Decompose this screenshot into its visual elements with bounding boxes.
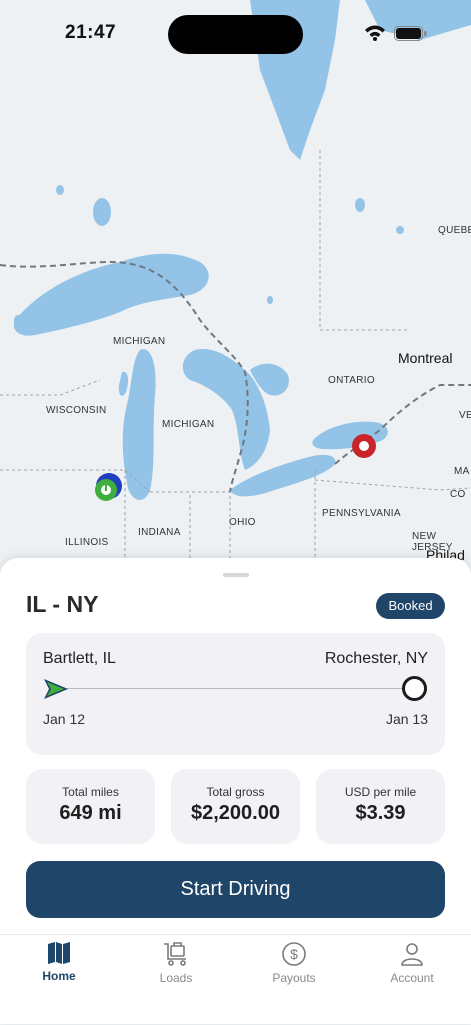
stat-value: $2,200.00 — [191, 802, 280, 824]
route-track-line — [52, 688, 418, 689]
destination-pin-icon[interactable] — [351, 433, 377, 464]
status-time: 21:47 — [65, 22, 117, 43]
stat-label: Total miles — [62, 785, 119, 799]
dollar-icon: $ — [282, 942, 306, 966]
map-label-quebec: QUEBEC — [438, 225, 471, 236]
map-label-illinois: ILLINOIS — [65, 537, 109, 548]
stat-usd-per-mile: USD per mile $3.39 — [316, 769, 445, 844]
person-icon — [401, 943, 423, 966]
route-title: IL - NY — [26, 591, 99, 617]
destination-city: Rochester, NY — [324, 650, 428, 667]
map-icon — [48, 942, 70, 964]
tab-label: Account — [390, 971, 434, 985]
tab-home[interactable]: Home — [14, 941, 104, 991]
start-driving-button[interactable]: Start Driving — [26, 861, 445, 918]
stat-total-gross: Total gross $2,200.00 — [171, 769, 300, 844]
status-badge: Booked — [376, 593, 445, 619]
cart-icon — [164, 942, 186, 966]
tab-label: Home — [42, 969, 76, 983]
map-label-pennsylvania: PENNSYLVANIA — [322, 508, 401, 519]
tab-bar: Home Loads $ Payouts Account — [0, 934, 471, 1025]
stat-value: 649 mi — [59, 802, 122, 824]
tab-account[interactable]: Account — [367, 941, 457, 991]
tab-payouts[interactable]: $ Payouts — [249, 941, 339, 991]
bottom-sheet[interactable]: IL - NY Booked Bartlett, IL Rochester, N… — [0, 558, 471, 1024]
map-label-michigan-lower: MICHIGAN — [162, 419, 215, 430]
map-label-michigan-upper: MICHIGAN — [113, 336, 166, 347]
tab-loads[interactable]: Loads — [131, 941, 221, 991]
start-date: Jan 12 — [43, 711, 86, 727]
stat-label: USD per mile — [344, 785, 417, 799]
dynamic-island — [168, 15, 303, 54]
end-date: Jan 13 — [385, 711, 428, 727]
stat-value: $3.39 — [355, 802, 406, 824]
sheet-grabber[interactable] — [223, 573, 249, 577]
status-bar: 21:47 — [0, 0, 471, 70]
origin-pin-icon[interactable] — [94, 472, 124, 507]
map-city-montreal: Montreal — [398, 350, 453, 366]
end-ring-icon — [402, 676, 427, 701]
battery-icon — [394, 26, 427, 41]
tab-label: Payouts — [272, 971, 316, 985]
wifi-icon — [365, 25, 385, 41]
svg-text:$: $ — [290, 946, 298, 962]
map-label-co: CO — [450, 489, 466, 500]
route-card: Bartlett, IL Rochester, NY Jan 12 Jan 13 — [26, 633, 445, 755]
map-label-ohio: OHIO — [229, 517, 256, 528]
map-label-ma: MA — [454, 466, 470, 477]
map-label-ve: VE — [459, 410, 471, 421]
map-label-indiana: INDIANA — [138, 527, 181, 538]
map-label-wisconsin: WISCONSIN — [46, 405, 107, 416]
stat-label: Total gross — [206, 785, 265, 799]
start-arrow-icon — [44, 679, 68, 699]
stat-total-miles: Total miles 649 mi — [26, 769, 155, 844]
origin-city: Bartlett, IL — [43, 650, 116, 667]
tab-label: Loads — [159, 971, 193, 985]
map-label-ontario: ONTARIO — [328, 375, 375, 386]
